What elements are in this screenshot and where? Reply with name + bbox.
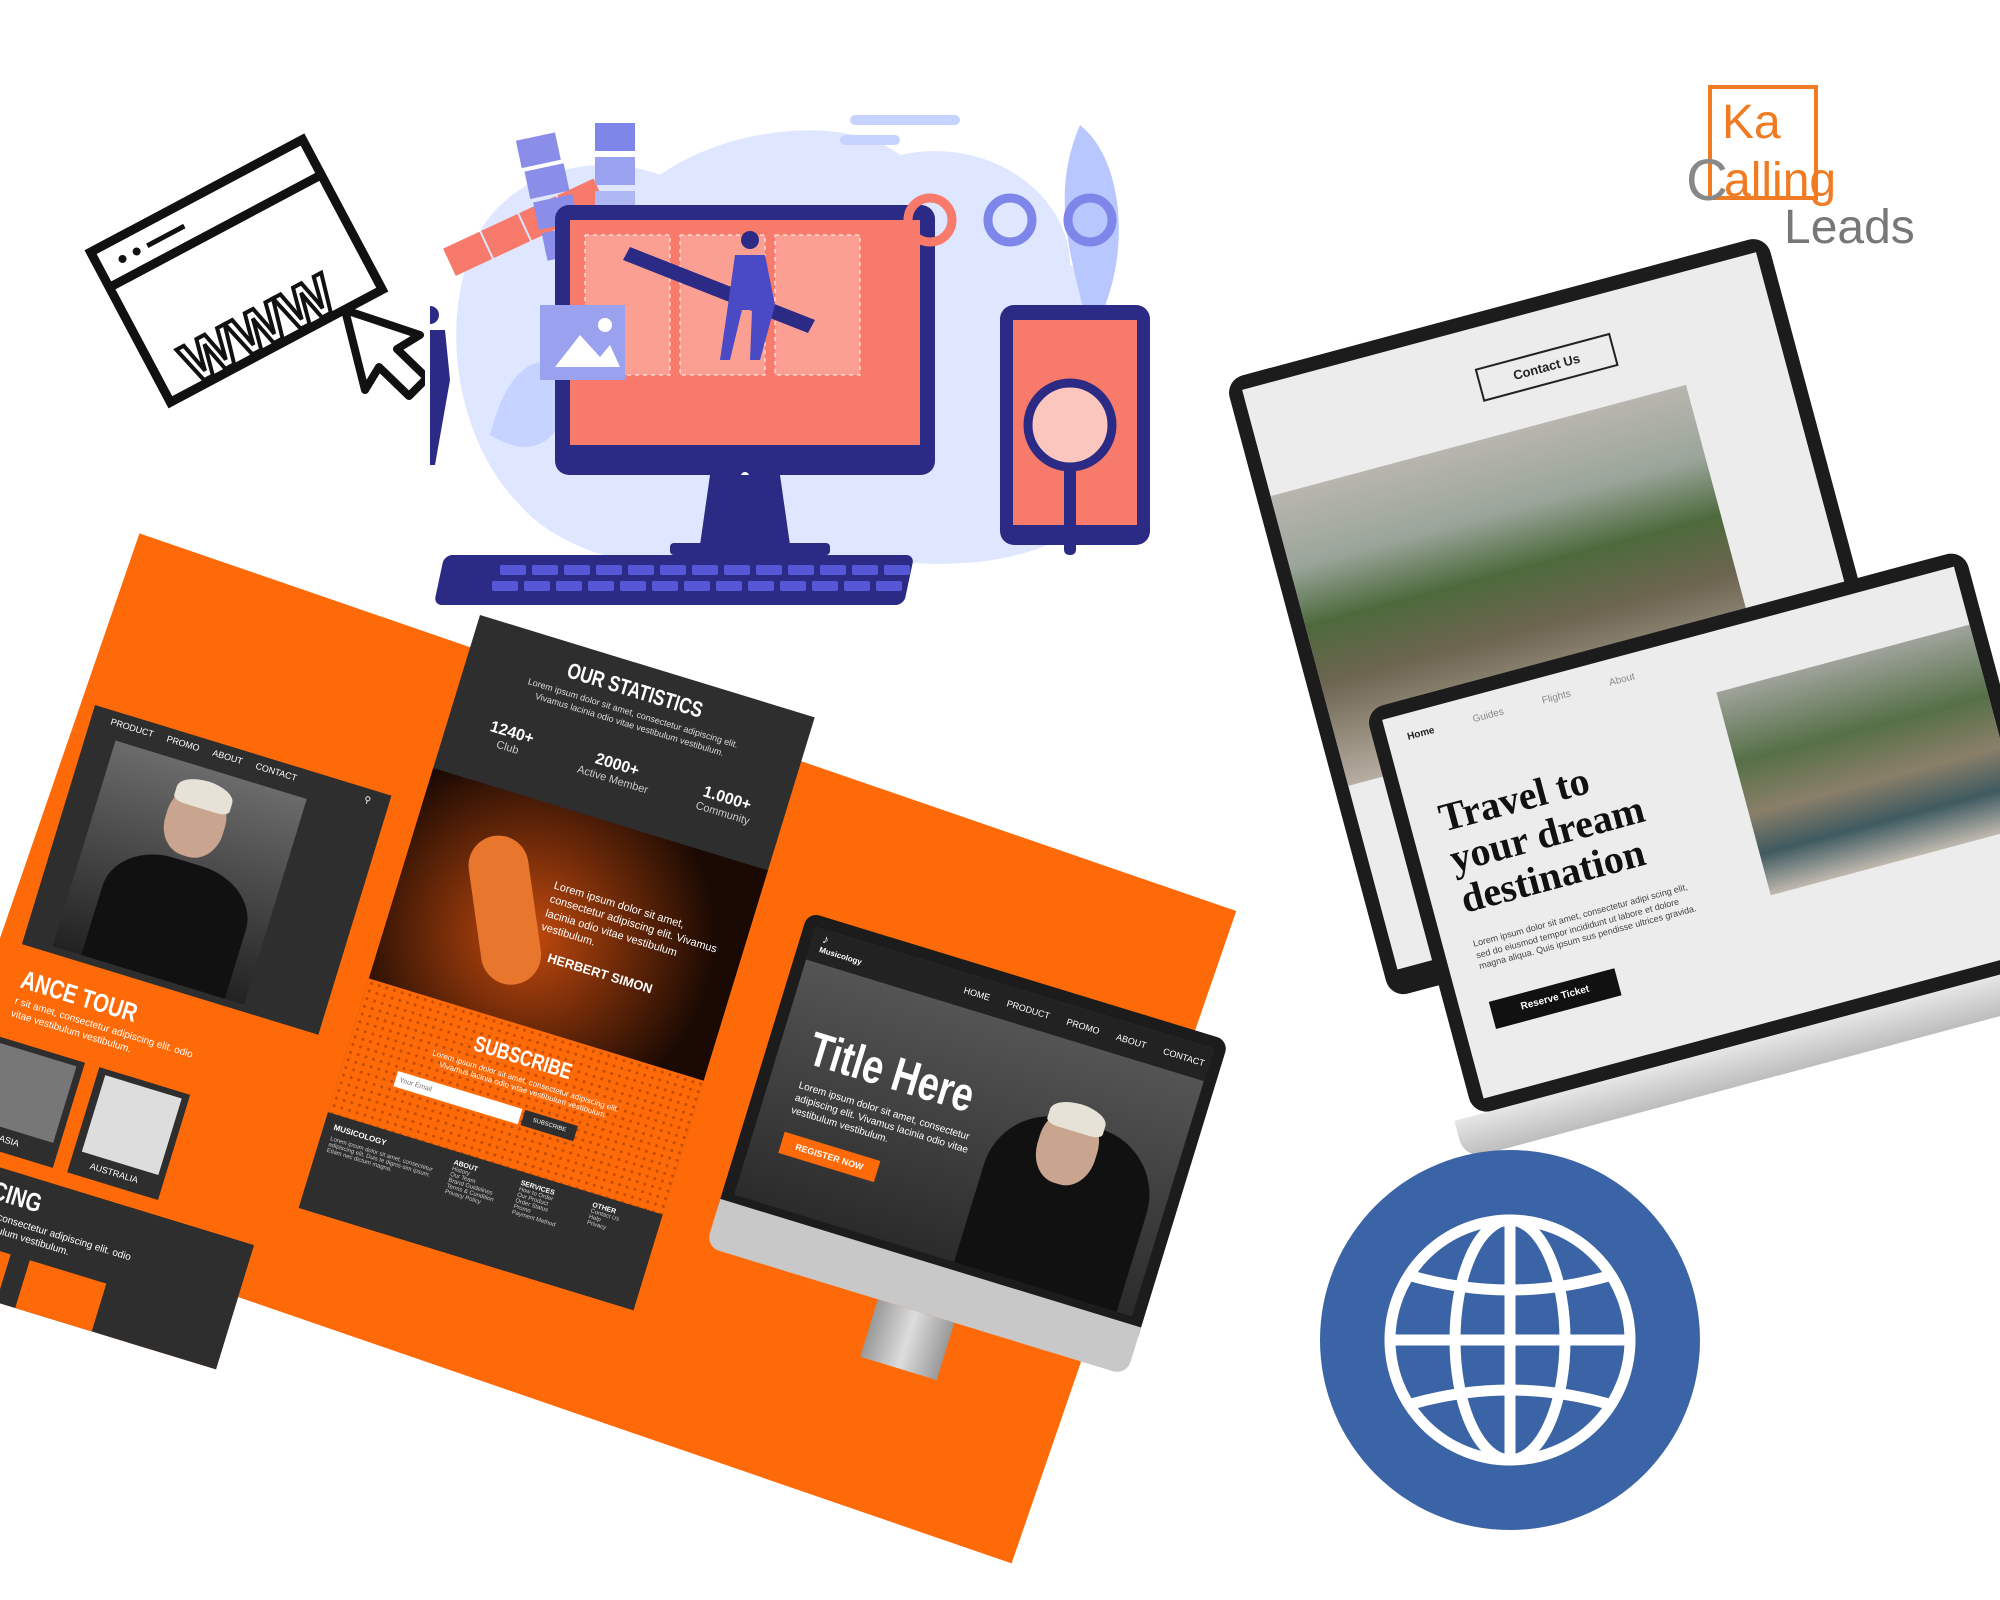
pricing-card-1[interactable] xyxy=(0,1230,11,1303)
monitor-nav-promo[interactable]: PROMO xyxy=(1065,1017,1100,1037)
stat-members: 2000+ Active Member xyxy=(558,741,672,802)
tour-label-asia: ASIA xyxy=(0,1133,21,1149)
www-browser-icon: WWW xyxy=(55,85,431,415)
logo-initial-c: C xyxy=(1686,148,1728,213)
footer-col-services: SERVICES How to Order Our Product Order … xyxy=(511,1180,584,1234)
contact-us-button[interactable]: Contact Us xyxy=(1474,332,1619,402)
globe-icon xyxy=(1384,1214,1636,1466)
nav-about[interactable]: ABOUT xyxy=(211,748,244,767)
company-logo[interactable]: Ka C alling Leads xyxy=(1686,85,1940,255)
footer-col-other: OTHER Contact Us Help Privacy xyxy=(586,1202,651,1243)
monitor-nav-home[interactable]: HOME xyxy=(963,985,992,1002)
tour-card-asia[interactable]: ASIA xyxy=(0,1034,85,1168)
nav-guides[interactable]: Guides xyxy=(1472,706,1505,725)
pricing-title: PRICING xyxy=(0,1165,46,1219)
footer-col-about: ABOUT History Our Team Brand Guidelines … xyxy=(444,1159,512,1212)
search-icon[interactable]: ⚲ xyxy=(363,794,372,806)
stat-club: 1240+ Club xyxy=(463,712,558,767)
nav-about[interactable]: About xyxy=(1608,671,1636,688)
collage-stage: { "logo": {"line1": "Ka", "line2": "alli… xyxy=(0,0,2000,1600)
logo-text-ka: Ka xyxy=(1722,96,1781,149)
reserve-ticket-button[interactable]: Reserve Ticket xyxy=(1488,968,1622,1029)
monitor-nav-product[interactable]: PRODUCT xyxy=(1006,998,1051,1021)
logo-text-leads: Leads xyxy=(1784,201,1915,254)
tour-card-australia[interactable]: AUSTRALIA xyxy=(67,1067,191,1201)
monitor-brand[interactable]: Musicology xyxy=(818,945,863,966)
pricing-card-2[interactable] xyxy=(15,1260,107,1332)
nav-promo[interactable]: PROMO xyxy=(165,734,200,754)
nav-contact[interactable]: CONTACT xyxy=(254,761,298,783)
stat-community: 1.000+ Community xyxy=(678,777,773,832)
nav-flights[interactable]: Flights xyxy=(1541,688,1572,706)
globe-badge[interactable] xyxy=(1320,1150,1700,1530)
imac-monitor: ♪ Musicology HOME PRODUCT PROMO ABOUT CO… xyxy=(705,912,1229,1381)
browser-window-icon: WWW xyxy=(84,133,431,409)
nav-home[interactable]: Home xyxy=(1406,725,1436,743)
subscribe-button[interactable]: SUBSCRIBE xyxy=(520,1109,578,1142)
monitor-nav-contact[interactable]: CONTACT xyxy=(1162,1046,1206,1068)
coast-photo xyxy=(1716,624,2000,896)
web-design-illustration xyxy=(395,105,1230,655)
nav-product[interactable]: PRODUCT xyxy=(109,717,154,740)
travel-heading: Travel to your dream destination xyxy=(1434,747,1659,921)
monitor-nav-about[interactable]: ABOUT xyxy=(1115,1032,1148,1051)
hero-person-photo xyxy=(52,740,307,1005)
left-page-panel: PRODUCT PROMO ABOUT CONTACT ⚲ ANCE TOUR … xyxy=(0,705,392,1370)
